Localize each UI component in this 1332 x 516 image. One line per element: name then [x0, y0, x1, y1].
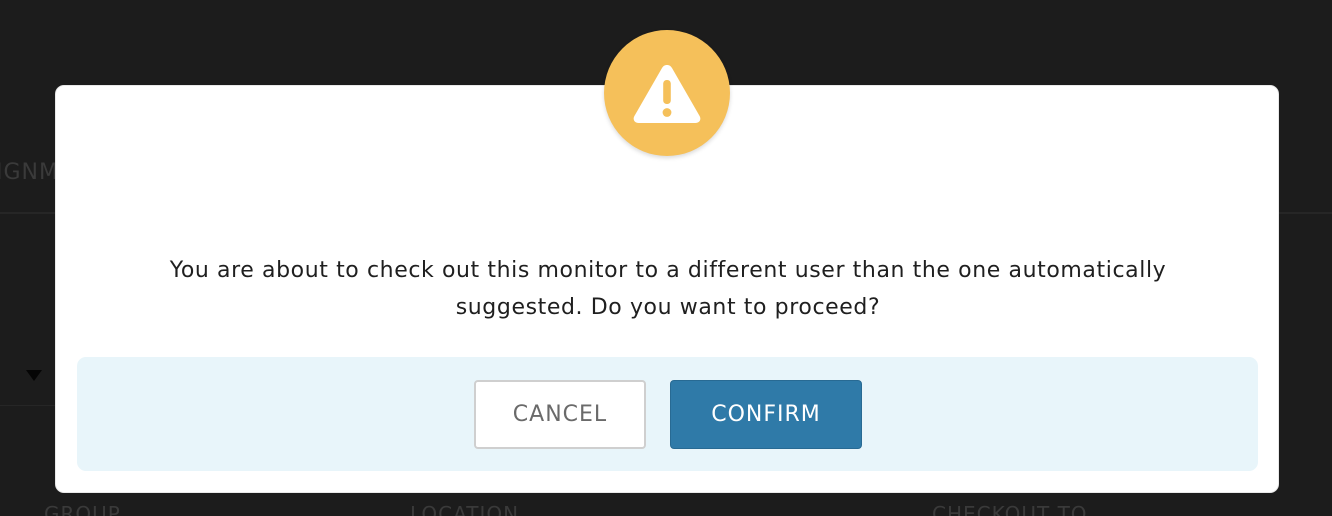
warning-icon [633, 65, 701, 123]
background-tab-label: IGNM [0, 160, 59, 185]
background-column-location: LOCATION [410, 502, 520, 516]
background-column-checkout-to: CHECKOUT TO [932, 502, 1088, 516]
dialog-footer: CANCEL CONFIRM [77, 357, 1258, 471]
background-column-group: GROUP [44, 502, 121, 516]
cancel-button[interactable]: CANCEL [474, 380, 646, 449]
dialog-message: You are about to check out this monitor … [169, 258, 1167, 320]
chevron-down-icon [26, 370, 42, 381]
warning-badge [604, 30, 730, 156]
background-divider-short [0, 405, 60, 406]
confirm-button[interactable]: CONFIRM [670, 380, 862, 449]
